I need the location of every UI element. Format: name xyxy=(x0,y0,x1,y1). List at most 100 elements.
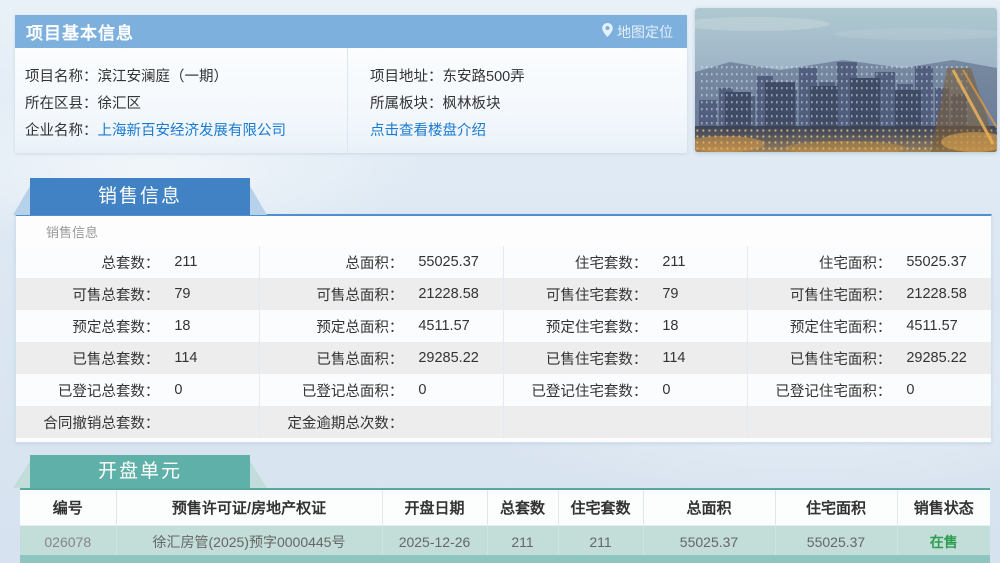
project-info-left-column: 项目名称：滨江安澜庭（一期） 所在区县：徐汇区 企业名称：上海新百安经济发展有限… xyxy=(15,64,347,153)
sales-row: 总套数：211 总面积：55025.37 住宅套数：211 住宅面积：55025… xyxy=(16,246,991,278)
sales-cell: 住宅面积：55025.37 xyxy=(747,246,991,278)
sales-field-value: 18 xyxy=(159,318,190,334)
sales-field-label: 已登记总面积： xyxy=(260,380,403,401)
sales-cell: 可售总面积：21228.58 xyxy=(259,278,503,310)
units-header-total-units: 总套数 xyxy=(487,490,558,526)
sales-cell: 总面积：55025.37 xyxy=(259,246,503,278)
tab-opening-units[interactable]: 开盘单元 xyxy=(30,455,250,488)
sales-cell: 已登记住宅面积：0 xyxy=(747,374,991,406)
district-label: 所在区县： xyxy=(25,96,98,112)
unit-row[interactable]: 026078 徐汇房管(2025)预字0000445号 2025-12-26 2… xyxy=(20,526,990,558)
location-pin-icon xyxy=(602,23,613,40)
district-value: 徐汇区 xyxy=(98,96,142,112)
sales-row: 可售总套数：79 可售总面积：21228.58 可售住宅套数：79 可售住宅面积… xyxy=(16,278,991,310)
block-row: 所属板块：枫林板块 xyxy=(360,91,687,118)
unit-total-area: 55025.37 xyxy=(643,526,775,558)
sales-info-caption: 销售信息 xyxy=(16,216,991,246)
sales-field-value: 79 xyxy=(647,286,678,302)
sales-field-value: 29285.22 xyxy=(403,350,478,366)
units-header-open-date: 开盘日期 xyxy=(382,490,487,526)
sales-field-label: 预定总面积： xyxy=(260,316,403,337)
company-label: 企业名称： xyxy=(25,123,98,139)
sales-field-label: 已售总面积： xyxy=(260,348,403,369)
sales-row: 已售总套数：114 已售总面积：29285.22 已售住宅套数：114 已售住宅… xyxy=(16,342,991,374)
district-row: 所在区县：徐汇区 xyxy=(15,91,347,118)
sales-row: 已登记总套数：0 已登记总面积：0 已登记住宅套数：0 已登记住宅面积：0 xyxy=(16,374,991,406)
sales-field-value: 55025.37 xyxy=(403,254,478,270)
project-name-row: 项目名称：滨江安澜庭（一期） xyxy=(15,64,347,91)
sales-cell: 定金逾期总次数： xyxy=(259,406,503,438)
units-header-total-area: 总面积 xyxy=(643,490,775,526)
unit-permit: 徐汇房管(2025)预字0000445号 xyxy=(116,526,382,558)
sales-field-value: 211 xyxy=(647,254,685,270)
sales-field-label: 已登记总套数： xyxy=(16,380,159,401)
unit-status-badge: 在售 xyxy=(897,526,990,558)
sales-cell: 已登记总套数：0 xyxy=(16,374,259,406)
sales-cell xyxy=(747,406,991,438)
sales-field-label: 已售住宅套数： xyxy=(504,348,647,369)
bottom-panel-strip xyxy=(20,555,990,563)
address-row: 项目地址：东安路500弄 xyxy=(360,64,687,91)
units-header-residential-area: 住宅面积 xyxy=(775,490,897,526)
sales-field-value: 0 xyxy=(159,382,182,398)
sales-field-value: 18 xyxy=(647,318,678,334)
sales-field-label: 合同撤销总套数： xyxy=(16,412,159,433)
sales-cell: 合同撤销总套数： xyxy=(16,406,259,438)
sales-field-value: 114 xyxy=(159,350,197,366)
sales-row: 预定总套数：18 预定总面积：4511.57 预定住宅套数：18 预定住宅面积：… xyxy=(16,310,991,342)
sales-field-value: 55025.37 xyxy=(891,254,966,270)
sales-row: 合同撤销总套数： 定金逾期总次数： xyxy=(16,406,991,438)
intro-row: 点击查看楼盘介绍 xyxy=(360,118,687,145)
opening-units-table: 编号 预售许可证/房地产权证 开盘日期 总套数 住宅套数 总面积 住宅面积 销售… xyxy=(20,488,990,557)
map-locate-link[interactable]: 地图定位 xyxy=(602,22,673,42)
sales-field-value: 4511.57 xyxy=(403,318,469,334)
tab-sales-info[interactable]: 销售信息 xyxy=(30,178,250,215)
project-name-value: 滨江安澜庭（一期） xyxy=(98,69,229,85)
block-label: 所属板块： xyxy=(370,96,443,112)
sales-field-value: 211 xyxy=(159,254,197,270)
sales-field-value: 114 xyxy=(647,350,685,366)
sales-field-label: 总面积： xyxy=(260,252,403,273)
building-intro-link[interactable]: 点击查看楼盘介绍 xyxy=(370,123,486,139)
sales-field-value: 0 xyxy=(403,382,426,398)
company-link[interactable]: 上海新百安经济发展有限公司 xyxy=(98,123,287,139)
project-photo xyxy=(695,8,997,152)
sales-cell: 已售总面积：29285.22 xyxy=(259,342,503,374)
project-info-panel: 项目基本信息 地图定位 项目名称：滨江安澜庭（一期） 所在区县：徐汇区 企业名称… xyxy=(15,15,687,153)
sales-field-value: 29285.22 xyxy=(891,350,966,366)
sales-field-value: 0 xyxy=(891,382,914,398)
sales-field-label: 可售住宅套数： xyxy=(504,284,647,305)
address-value: 东安路500弄 xyxy=(443,69,525,85)
sales-field-label: 已售住宅面积： xyxy=(748,348,891,369)
sales-cell: 已售总套数：114 xyxy=(16,342,259,374)
sales-field-label: 预定住宅面积： xyxy=(748,316,891,337)
sales-field-label: 已登记住宅套数： xyxy=(504,380,647,401)
sales-field-value: 0 xyxy=(647,382,670,398)
sales-info-panel: 销售信息 总套数：211 总面积：55025.37 住宅套数：211 住宅面积：… xyxy=(15,214,992,443)
project-info-title: 项目基本信息 xyxy=(26,19,134,44)
sales-cell: 已登记住宅套数：0 xyxy=(503,374,747,406)
sales-field-label: 已售总套数： xyxy=(16,348,159,369)
project-info-body: 项目名称：滨江安澜庭（一期） 所在区县：徐汇区 企业名称：上海新百安经济发展有限… xyxy=(15,48,687,153)
unit-open-date: 2025-12-26 xyxy=(382,526,487,558)
sales-field-value: 21228.58 xyxy=(403,286,478,302)
sales-field-label: 总套数： xyxy=(16,252,159,273)
sales-cell xyxy=(503,406,747,438)
sales-field-label: 可售住宅面积： xyxy=(748,284,891,305)
units-header-sales-status: 销售状态 xyxy=(897,490,990,526)
unit-id: 026078 xyxy=(20,526,116,558)
sales-field-label: 已登记住宅面积： xyxy=(748,380,891,401)
company-row: 企业名称：上海新百安经济发展有限公司 xyxy=(15,118,347,145)
sales-cell: 已售住宅面积：29285.22 xyxy=(747,342,991,374)
sales-field-value: 21228.58 xyxy=(891,286,966,302)
column-divider xyxy=(347,48,348,153)
sales-cell: 已登记总面积：0 xyxy=(259,374,503,406)
units-header-residential-units: 住宅套数 xyxy=(558,490,643,526)
project-info-header: 项目基本信息 地图定位 xyxy=(15,15,687,48)
sales-field-label: 预定总套数： xyxy=(16,316,159,337)
sales-field-label: 住宅套数： xyxy=(504,252,647,273)
sales-field-label: 可售总面积： xyxy=(260,284,403,305)
sales-cell: 预定总套数：18 xyxy=(16,310,259,342)
project-info-right-column: 项目地址：东安路500弄 所属板块：枫林板块 点击查看楼盘介绍 xyxy=(347,64,687,153)
sales-cell: 住宅套数：211 xyxy=(503,246,747,278)
